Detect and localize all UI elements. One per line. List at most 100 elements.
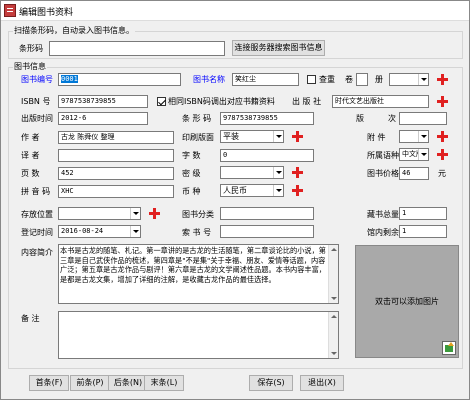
call-no-label: 索 书 号 (182, 228, 212, 237)
app-icon (4, 4, 16, 17)
scroll-up-icon[interactable] (331, 315, 337, 318)
scroll-down-icon[interactable] (331, 352, 337, 355)
add-copies-plus-icon[interactable] (437, 74, 448, 85)
load-image-icon[interactable] (442, 341, 456, 355)
language-label: 所属语种 (367, 151, 399, 160)
search-server-button[interactable]: 连接服务器搜索图书信息 (232, 40, 325, 56)
notes-textarea[interactable] (58, 311, 339, 359)
binding-select[interactable]: 平装 (220, 130, 284, 143)
security-label: 密 级 (182, 169, 201, 178)
attachment-select[interactable] (399, 130, 429, 143)
summary-scrollbar[interactable] (328, 245, 338, 303)
isbn-label: ISBN 号 (21, 97, 51, 106)
add-currency-plus-icon[interactable] (292, 185, 303, 196)
scan-barcode-label: 条形码 (19, 44, 43, 53)
book-no-input[interactable]: 0001 (58, 73, 181, 86)
chevron-down-icon[interactable] (273, 167, 283, 178)
pages-input[interactable]: 452 (58, 167, 174, 180)
edit-book-window: 编辑图书资料 扫描条形码，自动录入图书信息。 条形码 连接服务器搜索图书信息 图… (0, 0, 470, 400)
book-name-input[interactable]: 笑红尘 (232, 73, 299, 86)
notes-label: 备 注 (21, 314, 40, 323)
chevron-down-icon[interactable] (130, 226, 140, 237)
same-isbn-checkbox[interactable] (157, 97, 166, 106)
chevron-down-icon[interactable] (273, 185, 283, 196)
copies-label: 册 (375, 75, 383, 84)
book-no-value: 0001 (61, 75, 78, 83)
total-label: 藏书总量 (367, 210, 399, 219)
pub-date-input[interactable]: 2012-6 (58, 112, 148, 125)
location-select[interactable] (58, 207, 141, 220)
security-select[interactable] (220, 166, 284, 179)
book-barcode-input[interactable]: 9787538739855 (220, 112, 314, 125)
total-input[interactable]: 1 (399, 207, 447, 220)
edition-label-suffix: 次 (388, 114, 396, 123)
category-label: 图书分类 (182, 210, 214, 219)
chevron-down-icon[interactable] (130, 208, 140, 219)
add-location-plus-icon[interactable] (149, 208, 160, 219)
translator-input[interactable] (58, 149, 174, 162)
scroll-up-icon[interactable] (331, 248, 337, 251)
call-no-input[interactable] (220, 225, 314, 238)
binding-label: 印刷版面 (182, 133, 214, 142)
category-input[interactable] (220, 207, 314, 220)
add-attachment-plus-icon[interactable] (437, 131, 448, 142)
info-group-title: 图书信息 (13, 62, 47, 72)
summary-textarea[interactable]: 本书是古龙的随笔、札记。第一章讲的是古龙的生活随笔，第二章谈论比的小说，第三章是… (58, 244, 339, 304)
reg-date-value: 2016-08-24 (61, 227, 104, 235)
book-no-label: 图书编号 (21, 75, 53, 84)
pinyin-input[interactable]: XHC (58, 185, 174, 198)
last-record-button[interactable]: 末条(L) (144, 375, 184, 391)
binding-value: 平装 (223, 132, 239, 141)
translator-label: 译 者 (21, 151, 40, 160)
currency-value: 人民币 (223, 186, 247, 195)
currency-select[interactable]: 人民币 (220, 184, 284, 197)
language-select[interactable]: 中文版 (399, 148, 429, 161)
next-record-button[interactable]: 后条(N) (108, 375, 148, 391)
volume-input[interactable] (356, 73, 368, 86)
chevron-down-icon[interactable] (273, 131, 283, 142)
attachment-label: 附 件 (367, 133, 386, 142)
edition-label: 版 (356, 114, 364, 123)
edition-input[interactable] (399, 112, 447, 125)
chevron-down-icon[interactable] (418, 149, 428, 160)
add-image-hint: 双击可以添加图片 (375, 297, 439, 306)
volume-label: 卷 (345, 75, 353, 84)
chevron-down-icon[interactable] (418, 74, 428, 85)
check-duplicate-checkbox[interactable] (307, 75, 316, 84)
price-label: 图书价格 (367, 169, 399, 178)
book-cover-image-area[interactable]: 双击可以添加图片 (355, 245, 459, 358)
summary-label: 内容简介 (21, 248, 53, 257)
pub-date-label: 出版时间 (21, 114, 53, 123)
location-label: 存放位置 (21, 210, 53, 219)
scroll-down-icon[interactable] (331, 297, 337, 300)
add-language-plus-icon[interactable] (437, 149, 448, 160)
reg-date-picker[interactable]: 2016-08-24 (58, 225, 141, 238)
pages-label: 页 数 (21, 169, 40, 178)
title-bar: 编辑图书资料 (1, 1, 469, 21)
add-publisher-plus-icon[interactable] (437, 96, 448, 107)
exit-button[interactable]: 退出(X) (300, 375, 344, 391)
remaining-label: 馆内剩余 (367, 228, 399, 237)
word-count-input[interactable]: 0 (220, 149, 314, 162)
first-record-button[interactable]: 首条(F) (29, 375, 69, 391)
price-input[interactable]: 46 (399, 167, 429, 180)
pinyin-label: 拼 音 码 (21, 187, 51, 196)
publisher-label: 出 版 社 (292, 97, 322, 106)
remaining-input[interactable]: 1 (399, 225, 447, 238)
author-input[interactable]: 古龙 陈舜仪 整理 (58, 131, 174, 144)
book-name-label: 图书名称 (193, 75, 225, 84)
word-count-label: 字 数 (182, 151, 201, 160)
isbn-input[interactable]: 9787538739855 (58, 95, 148, 108)
chevron-down-icon[interactable] (418, 131, 428, 142)
scan-barcode-input[interactable] (49, 41, 225, 56)
add-security-plus-icon[interactable] (292, 167, 303, 178)
window-title: 编辑图书资料 (19, 8, 74, 18)
scan-group-title: 扫描条形码，自动录入图书信息。 (13, 26, 135, 36)
copies-select[interactable] (389, 73, 429, 86)
add-binding-plus-icon[interactable] (292, 131, 303, 142)
notes-scrollbar[interactable] (328, 312, 338, 358)
prev-record-button[interactable]: 前条(P) (70, 375, 110, 391)
save-button[interactable]: 保存(S) (249, 375, 293, 391)
book-barcode-label: 条 形 码 (182, 114, 212, 123)
publisher-input[interactable]: 时代文艺出版社 (332, 95, 429, 108)
